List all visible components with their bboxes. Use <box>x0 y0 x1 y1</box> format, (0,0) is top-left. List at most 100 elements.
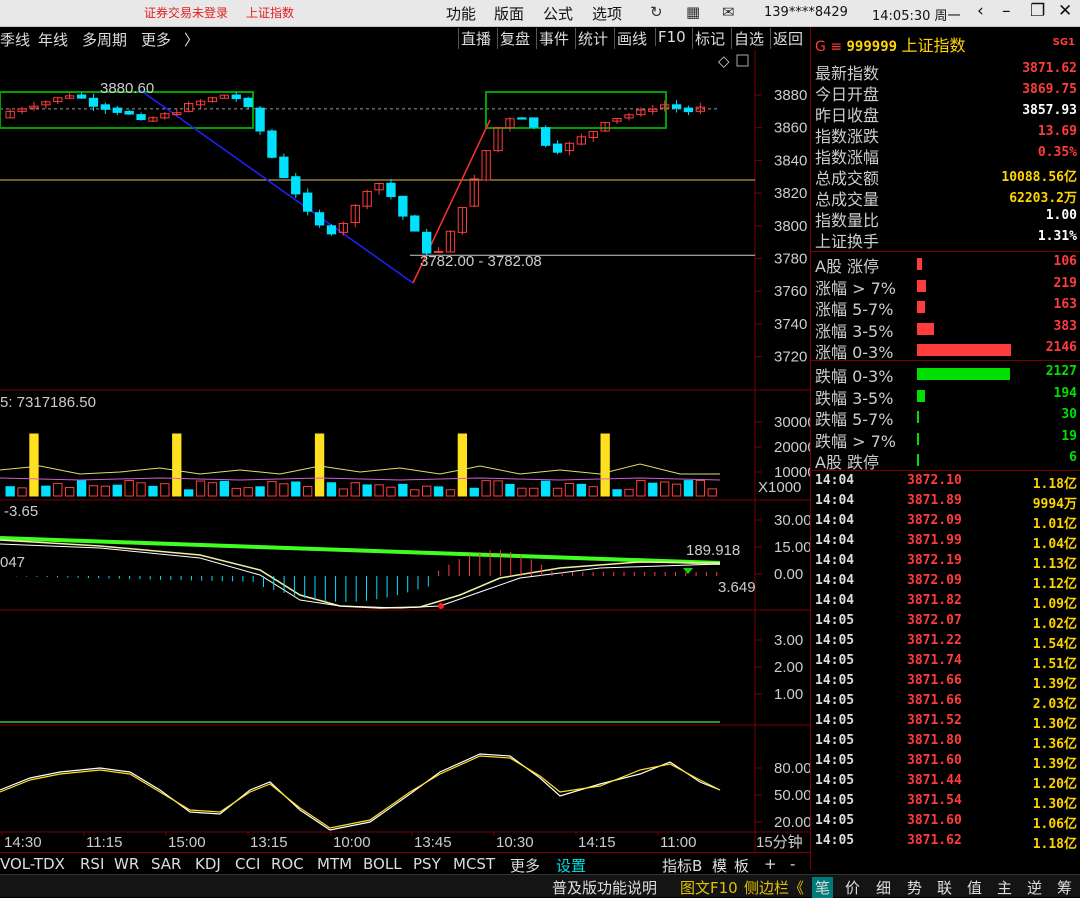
tab-indicator-b[interactable]: 指标B <box>662 855 702 876</box>
restore-icon[interactable]: ❐ <box>1030 1 1045 21</box>
btn-events[interactable]: 事件 <box>536 28 569 49</box>
breadth-row[interactable]: 涨幅 3-5% 383 <box>815 318 1079 341</box>
breadth-row[interactable]: 涨幅 > 7% 219 <box>815 275 1079 298</box>
side-tab-trade[interactable]: 笔 <box>812 877 834 898</box>
breadth-row[interactable]: A股 涨停 106 <box>815 253 1079 276</box>
tab-rsi[interactable]: RSI <box>80 855 104 873</box>
breadth-value: 106 <box>1053 254 1077 269</box>
close-icon[interactable]: ✕ <box>1058 1 1072 21</box>
period-season[interactable]: 季线 <box>0 29 30 50</box>
tab-boll[interactable]: BOLL <box>363 855 402 873</box>
mail-icon[interactable]: ✉ <box>722 3 735 21</box>
tick-volume: 1.30亿 <box>1032 717 1077 732</box>
login-status[interactable]: 证券交易未登录 <box>144 4 228 21</box>
side-tab-main[interactable]: 主 <box>997 877 1012 898</box>
axis-label: 30000 <box>774 414 810 431</box>
tab-psy[interactable]: PSY <box>413 855 441 873</box>
time-label: 11:15 <box>86 834 122 851</box>
volume-bar <box>350 482 360 497</box>
menu-formula[interactable]: 公式 <box>543 3 573 24</box>
side-tab-detail[interactable]: 细 <box>876 877 891 898</box>
tab-mtm[interactable]: MTM <box>317 855 352 873</box>
refresh-icon[interactable]: ↻ <box>650 3 663 21</box>
side-tab-reverse[interactable]: 逆 <box>1027 877 1042 898</box>
btn-stats[interactable]: 统计 <box>575 28 608 49</box>
volume-bar <box>541 480 551 497</box>
chevron-right-icon[interactable]: 〉 <box>184 29 199 50</box>
btn-watchlist[interactable]: 自选 <box>731 28 764 49</box>
btn-back[interactable]: 返回 <box>770 28 803 49</box>
breadth-row[interactable]: 涨幅 0-3% 2146 <box>815 339 1079 362</box>
breadth-label: A股 涨停 <box>815 257 880 276</box>
menu-icon[interactable]: ≡ <box>830 39 842 55</box>
account-label[interactable]: 139****8429 <box>764 5 848 20</box>
chart-toolbar: 季线 年线 多周期 更多 〉 直播 复盘 事件 统计 画线 F10 标记 自选 … <box>0 27 810 50</box>
side-tab-price[interactable]: 价 <box>845 877 860 898</box>
tab-sar[interactable]: SAR <box>151 855 181 873</box>
sidebar-toggle[interactable]: 侧边栏《 <box>744 877 804 898</box>
breadth-label: 跌幅 > 7% <box>815 431 896 451</box>
tab-cci[interactable]: CCI <box>235 855 260 873</box>
tick-volume: 1.36亿 <box>1032 737 1077 752</box>
macd-cross-dot <box>438 603 444 609</box>
tick-volume: 1.54亿 <box>1032 637 1077 652</box>
volume-unit: X1000 <box>758 479 801 496</box>
side-tab-chips[interactable]: 筹 <box>1057 877 1072 898</box>
zoom-in-button[interactable]: + <box>764 855 777 873</box>
candle-body <box>517 117 527 120</box>
help-link[interactable]: 普及版功能说明 <box>552 877 657 898</box>
tick-time: 14:05 <box>815 733 855 748</box>
breadth-bar <box>917 322 934 335</box>
breadth-row[interactable]: 跌幅 0-3% 2127 <box>815 363 1079 386</box>
menu-function[interactable]: 功能 <box>446 3 476 24</box>
breadth-row[interactable]: 跌幅 > 7% 19 <box>815 428 1079 451</box>
tab-roc[interactable]: ROC <box>271 855 304 873</box>
minimize-icon[interactable]: – <box>1002 1 1011 21</box>
tab-wr[interactable]: WR <box>114 855 139 873</box>
volume-bar <box>29 433 39 497</box>
tab-more[interactable]: 更多 <box>510 855 540 876</box>
calculator-icon[interactable]: ▦ <box>686 3 700 21</box>
time-label: 15:00 <box>168 834 206 851</box>
side-tab-trend[interactable]: 势 <box>907 877 922 898</box>
time-label: 14:15 <box>578 834 616 851</box>
breadth-row[interactable]: A股 跌停 6 <box>815 449 1079 472</box>
btn-f10[interactable]: F10 <box>655 28 686 46</box>
period-year[interactable]: 年线 <box>38 29 68 50</box>
tab-board[interactable]: 板 <box>734 855 749 876</box>
menu-layout[interactable]: 版面 <box>494 3 524 24</box>
diamond-icon[interactable]: ◇ <box>718 53 730 70</box>
tick-row: 14:04 3872.19 1.13亿 <box>815 552 1079 572</box>
menu-options[interactable]: 选项 <box>592 3 622 24</box>
period-label[interactable]: 15分钟 <box>756 834 803 851</box>
tab-template[interactable]: 模 <box>712 855 727 876</box>
kline-chart[interactable]: 3880 3860 3840 3820 3800 3780 3760 3740 3720 3000… <box>0 50 810 852</box>
btn-draw[interactable]: 画线 <box>614 28 647 49</box>
tab-vol-tdx[interactable]: VOL-TDX <box>0 855 65 873</box>
btn-live[interactable]: 直播 <box>458 28 491 49</box>
high-label: 3880.60 <box>100 80 154 97</box>
breadth-row[interactable]: 跌幅 5-7% 30 <box>815 406 1079 429</box>
tab-settings[interactable]: 设置 <box>556 855 586 876</box>
side-tab-linked[interactable]: 联 <box>937 877 952 898</box>
volume-bar <box>433 486 444 497</box>
tick-volume: 1.01亿 <box>1032 517 1077 532</box>
f10-link[interactable]: 图文F10 <box>680 877 738 898</box>
tab-mcst[interactable]: MCST <box>453 855 495 873</box>
breadth-row[interactable]: 涨幅 5-7% 163 <box>815 296 1079 319</box>
btn-replay[interactable]: 复盘 <box>497 28 530 49</box>
layout-icon[interactable] <box>736 54 749 67</box>
breadth-row[interactable]: 跌幅 3-5% 194 <box>815 385 1079 408</box>
tick-row: 14:05 3871.44 1.20亿 <box>815 772 1079 792</box>
period-more[interactable]: 更多 <box>141 29 171 50</box>
candle-body <box>410 215 420 232</box>
tab-kdj[interactable]: KDJ <box>195 855 221 873</box>
back-icon[interactable]: ‹ <box>977 1 984 21</box>
quote-value: 10088.56亿 <box>1001 170 1077 185</box>
tick-volume: 1.04亿 <box>1032 537 1077 552</box>
zoom-out-button[interactable]: - <box>790 855 795 873</box>
side-tab-value[interactable]: 值 <box>967 877 982 898</box>
btn-mark[interactable]: 标记 <box>692 28 725 49</box>
period-multi[interactable]: 多周期 <box>82 29 127 50</box>
macd-arrow-icon <box>683 568 693 574</box>
